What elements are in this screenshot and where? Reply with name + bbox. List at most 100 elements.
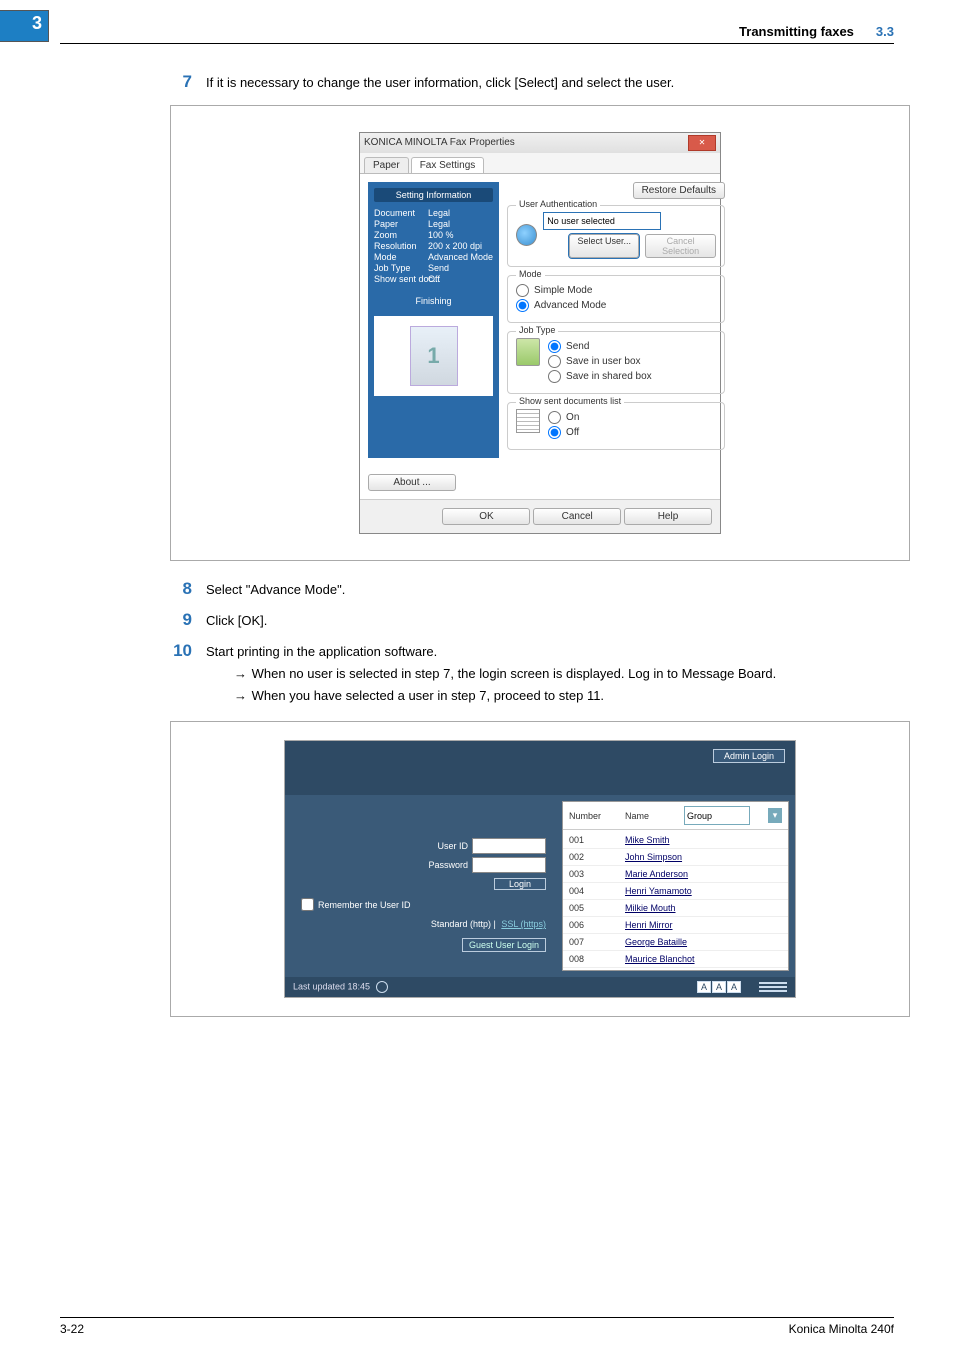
setting-info-heading: Setting Information	[374, 188, 493, 202]
screenshot-login: Admin Login User ID Password Login	[170, 721, 910, 1017]
window-titlebar: KONICA MINOLTA Fax Properties ✕	[360, 133, 720, 153]
radio-simple-mode[interactable]: Simple Mode	[516, 284, 716, 297]
radio-save-sharedbox[interactable]: Save in shared box	[548, 370, 652, 383]
help-button[interactable]: Help	[624, 508, 712, 525]
list-item[interactable]: 006Henri Mirror	[563, 917, 788, 934]
radio-on[interactable]: On	[548, 411, 579, 424]
tab-paper[interactable]: Paper	[364, 157, 409, 173]
user-name-link[interactable]: Marie Anderson	[625, 869, 782, 879]
user-num: 002	[569, 852, 625, 862]
info-showsent-label: Show sent doc...	[374, 274, 424, 284]
password-input[interactable]	[472, 857, 546, 873]
document-preview-icon: 1	[410, 326, 458, 386]
window-title: KONICA MINOLTA Fax Properties	[364, 137, 515, 148]
user-name-link[interactable]: Milkie Mouth	[625, 903, 782, 913]
remember-userid-checkbox[interactable]	[301, 898, 314, 911]
radio-userbox-label: Save in user box	[566, 356, 641, 367]
userid-input[interactable]	[472, 838, 546, 854]
radio-send[interactable]: Send	[548, 340, 652, 353]
chapter-badge: 3	[0, 10, 49, 42]
step-10-sub-a: When no user is selected in step 7, the …	[252, 666, 777, 681]
radio-off[interactable]: Off	[548, 426, 579, 439]
admin-login-button[interactable]: Admin Login	[713, 749, 785, 763]
info-resolution-value: 200 x 200 dpi	[428, 241, 493, 251]
user-authentication-group: User Authentication Select User... Cance…	[507, 205, 725, 267]
step-9-number: 9	[170, 610, 192, 631]
last-updated-label: Last updated 18:45	[293, 981, 370, 991]
column-number: Number	[569, 811, 607, 821]
user-icon	[516, 224, 537, 246]
user-name-link[interactable]: John Simpson	[625, 852, 782, 862]
cancel-button[interactable]: Cancel	[533, 508, 621, 525]
info-document-label: Document	[374, 208, 424, 218]
mode-legend: Mode	[516, 269, 545, 279]
user-num: 008	[569, 954, 625, 964]
user-auth-legend: User Authentication	[516, 199, 600, 209]
radio-off-label: Off	[566, 427, 579, 438]
header-title: Transmitting faxes	[739, 24, 854, 39]
selected-user-field[interactable]	[543, 212, 661, 230]
step-10-text: Start printing in the application softwa…	[206, 643, 894, 662]
screenshot-fax-properties: KONICA MINOLTA Fax Properties ✕ Paper Fa…	[170, 105, 910, 561]
step-7-number: 7	[170, 72, 192, 93]
info-document-value: Legal	[428, 208, 493, 218]
list-item[interactable]: 007George Bataille	[563, 934, 788, 951]
list-item[interactable]: 005Milkie Mouth	[563, 900, 788, 917]
finishing-label: Finishing	[374, 296, 493, 306]
tab-paper-label: Paper	[373, 160, 400, 171]
list-item[interactable]: 004Henri Yamamoto	[563, 883, 788, 900]
list-item[interactable]: 003Marie Anderson	[563, 866, 788, 883]
finishing-preview: 1	[374, 316, 493, 396]
ok-button[interactable]: OK	[442, 508, 530, 525]
user-num: 006	[569, 920, 625, 930]
font-size-toggle[interactable]: AAA	[697, 981, 741, 993]
user-name-link[interactable]: Mike Smith	[625, 835, 782, 845]
group-select[interactable]	[684, 806, 750, 825]
job-type-legend: Job Type	[516, 325, 558, 335]
page-number: 3-22	[60, 1322, 84, 1336]
user-name-link[interactable]: Maurice Blanchot	[625, 954, 782, 964]
chevron-down-icon[interactable]: ▾	[768, 808, 782, 823]
about-button[interactable]: About ...	[368, 474, 456, 491]
select-user-button[interactable]: Select User...	[569, 234, 639, 258]
info-zoom-value: 100 %	[428, 230, 493, 240]
radio-save-userbox[interactable]: Save in user box	[548, 355, 652, 368]
info-paper-label: Paper	[374, 219, 424, 229]
standard-http-label: Standard (http)	[431, 919, 491, 929]
userid-label: User ID	[437, 841, 468, 851]
step-8-text: Select "Advance Mode".	[206, 579, 894, 600]
step-8-number: 8	[170, 579, 192, 600]
clock-icon	[376, 981, 388, 993]
step-9-text: Click [OK].	[206, 610, 894, 631]
user-name-link[interactable]: George Bataille	[625, 937, 782, 947]
radio-on-label: On	[566, 412, 579, 423]
show-sent-legend: Show sent documents list	[516, 396, 624, 406]
mode-group: Mode Simple Mode Advanced Mode	[507, 275, 725, 323]
list-item[interactable]: 001Mike Smith	[563, 832, 788, 849]
tab-fax-label: Fax Settings	[420, 160, 476, 171]
radio-sharedbox-label: Save in shared box	[566, 371, 652, 382]
user-name-link[interactable]: Henri Yamamoto	[625, 886, 782, 896]
show-sent-list-group: Show sent documents list On Off	[507, 402, 725, 450]
arrow-icon: →	[234, 665, 248, 684]
radio-simple-label: Simple Mode	[534, 285, 592, 296]
column-name: Name	[625, 811, 666, 821]
close-icon[interactable]: ✕	[688, 135, 716, 151]
info-zoom-label: Zoom	[374, 230, 424, 240]
tab-fax-settings[interactable]: Fax Settings	[411, 157, 485, 173]
list-item[interactable]: 008Maurice Blanchot	[563, 951, 788, 968]
user-num: 003	[569, 869, 625, 879]
info-resolution-label: Resolution	[374, 241, 424, 251]
info-showsent-value: Off	[428, 274, 493, 284]
restore-defaults-button[interactable]: Restore Defaults	[633, 182, 725, 199]
ssl-https-link[interactable]: SSL (https)	[501, 919, 546, 929]
cancel-selection-button[interactable]: Cancel Selection	[645, 234, 716, 258]
user-num: 007	[569, 937, 625, 947]
info-paper-value: Legal	[428, 219, 493, 229]
guest-login-button[interactable]: Guest User Login	[462, 938, 546, 952]
radio-advanced-mode[interactable]: Advanced Mode	[516, 299, 716, 312]
radio-send-label: Send	[566, 341, 589, 352]
list-item[interactable]: 002John Simpson	[563, 849, 788, 866]
user-name-link[interactable]: Henri Mirror	[625, 920, 782, 930]
login-button[interactable]: Login	[494, 878, 546, 890]
